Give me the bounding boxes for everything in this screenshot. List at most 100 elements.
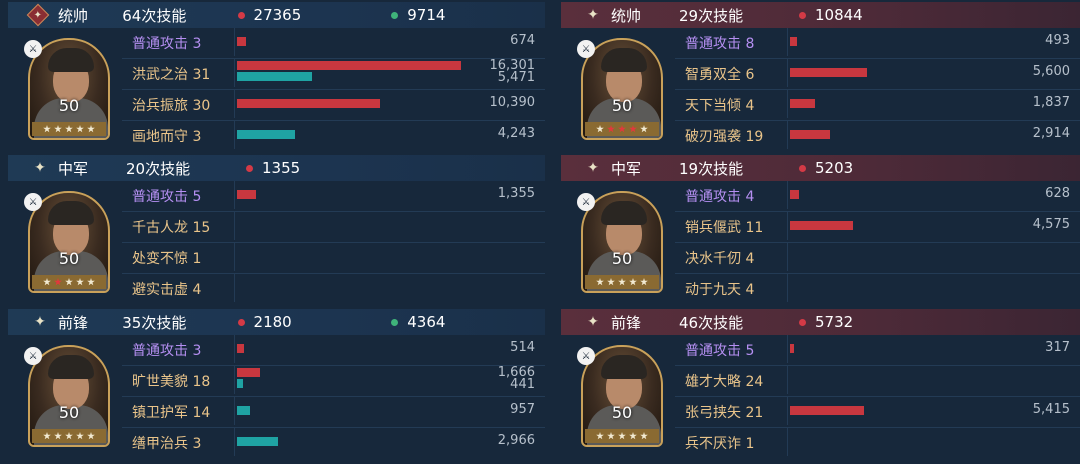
skill-bar-area [787,428,1080,456]
damage-value-label: 628 [1045,186,1070,201]
general-level: 50 [58,249,80,268]
damage-bar [790,221,853,230]
skill-name: 雄才大略 24 [685,371,763,391]
star-icon [607,125,615,133]
skill-name: 避实击虚 4 [132,279,201,299]
damage-total: 1355 [246,159,406,177]
skill-use-count: 1 [192,251,202,267]
skill-use-count: 4 [745,251,755,267]
skill-bar-area [234,243,535,271]
skill-name-text: 普通攻击 [685,343,741,359]
troop-type-icon: ⚔ [24,40,42,58]
skill-bar-area [234,181,535,209]
skill-name-text: 智勇双全 [685,67,741,83]
damage-bar [790,68,867,77]
skill-use-count: 5 [192,189,202,205]
skill-name: 治兵振旅 30 [132,95,210,115]
damage-bar [237,99,380,108]
star-rating [32,122,106,136]
general-portrait[interactable]: 50 ⚔ [577,345,663,447]
commander-badge-icon: ✦ [26,3,50,27]
role-label: ✦ 中军 [561,158,679,179]
skill-name-text: 千古人龙 [132,220,188,236]
skill-row: 缮甲治兵 3 2,966 [122,427,545,456]
skill-use-count: 3 [192,36,202,52]
damage-bar [237,37,247,46]
skill-name: 兵不厌诈 1 [685,433,754,453]
general-level: 50 [611,96,633,115]
skill-name: 洪武之治 31 [132,64,210,84]
skill-name-text: 缮甲治兵 [132,436,188,452]
section-body: 50 ⚔ 普通攻击 5 317 雄才大略 24 张弓挟矢 21 5,415 兵不厌诈 1 [561,335,1080,457]
general-section: ✦ 中军 20次技能 1355 50 ⚔ 普通攻击 5 1,355 千古人龙 15 处变不惊 1避… [8,155,545,303]
skill-name-text: 普通攻击 [132,343,188,359]
star-icon [618,432,626,440]
skill-row: 治兵振旅 30 10,390 [122,89,545,118]
star-icon [618,125,626,133]
skill-row: 破刃强袭 19 2,914 [675,120,1080,149]
portrait-hair [601,48,647,72]
star-icon [596,278,604,286]
star-icon [76,278,84,286]
star-icon [618,278,626,286]
damage-value-label: 514 [510,340,535,355]
star-icon [640,432,648,440]
star-icon [629,278,637,286]
heal-total: 4364 [391,313,545,331]
skill-row: 洪武之治 31 16,301 5,471 [122,58,545,87]
skill-name-text: 销兵偃武 [685,220,741,236]
star-icon [43,125,51,133]
skill-row: 雄才大略 24 [675,365,1080,394]
skill-name: 破刃强袭 19 [685,126,763,146]
heal-total: 9714 [391,6,545,24]
star-icon [87,125,95,133]
heal-value-label: 441 [510,377,535,392]
star-icon [87,432,95,440]
section-body: 50 ⚔ 普通攻击 3 514 旷世美貌 18 1,666 441 镇卫护军 14 957 缮甲治… [8,335,545,457]
heal-value-label: 4,243 [497,126,535,141]
damage-dot-icon [237,11,245,19]
skill-name: 销兵偃武 11 [685,217,763,237]
damage-value-label: 5,415 [1032,402,1070,417]
damage-total: 2180 [237,313,392,331]
skill-name: 处变不惊 1 [132,248,201,268]
portrait-hair [601,201,647,225]
star-icon [640,125,648,133]
left-team: ✦ 统帅 64次技能 27365 9714 50 ⚔ 普通攻击 3 674 洪武之治 31 16,3… [8,0,545,464]
star-rating [585,275,659,289]
star-icon [43,278,51,286]
general-portrait[interactable]: 50 ⚔ [24,191,110,293]
general-portrait[interactable]: 50 ⚔ [24,345,110,447]
damage-value: 10844 [815,6,863,24]
skill-use-count: 14 [192,405,211,421]
skill-name: 天下当倾 4 [685,95,754,115]
heal-bar [237,437,278,446]
section-header: ✦ 前锋 46次技能 5732 [561,309,1080,335]
section-header: ✦ 前锋 35次技能 2180 4364 [8,309,545,335]
section-header: ✦ 统帅 64次技能 27365 9714 [8,2,545,28]
skill-use-count: 4 [745,98,755,114]
general-portrait[interactable]: 50 ⚔ [577,38,663,140]
role-text: 前锋 [58,313,89,332]
portrait-hair [601,355,647,379]
role-label: ✦ 前锋 [8,312,122,333]
skill-row: 张弓挟矢 21 5,415 [675,396,1080,425]
damage-bar [790,406,865,415]
skill-row: 销兵偃武 11 4,575 [675,211,1080,240]
skill-name-text: 洪武之治 [132,67,188,83]
skill-bar-area [234,28,535,56]
general-portrait[interactable]: 50 ⚔ [24,38,110,140]
role-text: 统帅 [611,6,642,25]
general-portrait[interactable]: 50 ⚔ [577,191,663,293]
skill-use-count: 21 [745,405,764,421]
skill-use-count: 6 [745,67,755,83]
skill-name: 普通攻击 3 [132,33,201,53]
damage-value: 27365 [253,6,302,24]
skill-bar-area [787,335,1080,363]
section-header: ✦ 中军 19次技能 5203 [561,155,1080,181]
skill-use-count: 15 [192,220,211,236]
skill-row: 普通攻击 8 493 [675,28,1080,56]
general-section: ✦ 中军 19次技能 5203 50 ⚔ 普通攻击 4 628 销兵偃武 11 4,575 决水千仞… [561,155,1080,303]
role-label: ✦ 前锋 [561,312,679,333]
star-icon [54,278,62,286]
